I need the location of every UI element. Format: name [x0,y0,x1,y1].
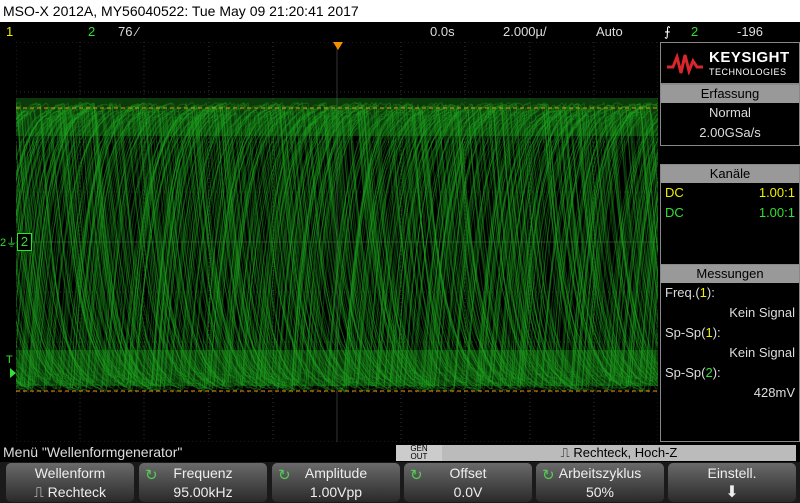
softkey-amplitude-button[interactable]: ↻ Amplitude 1.00Vpp [272,463,400,502]
softkey-label: Einstell. [707,465,757,481]
trigger-position-icon [333,42,343,50]
softkey-value: 0.0V [453,484,483,500]
waveform-info-text: Rechteck, Hoch-Z [573,445,678,460]
measurement-label-pre: Sp-Sp( [665,325,706,340]
brand-logo: KEYSIGHT TECHNOLOGIES [660,42,800,84]
square-wave-icon: ⎍ [33,484,44,500]
channel-2-probe: 1.00:1 [758,205,795,220]
softkey-duty-cycle-button[interactable]: ↻ Arbeitszyklus 50% [536,463,664,502]
softkey-waveform-button[interactable]: Wellenform ⎍ Rechteck [6,463,134,502]
trace-band [16,350,658,386]
waveform-canvas [16,42,658,442]
channel-1-row: DC 1.00:1 [661,183,799,203]
channel-2-coupling: DC [665,205,684,220]
channel-1-probe: 1.00:1 [758,185,795,200]
softkey-frequency-button[interactable]: ↻ Frequenz 95.00kHz [139,463,267,502]
acquisition-panel: Erfassung Normal 2.00GSa/s [660,84,800,146]
channel-2-marker: 2 [17,233,32,251]
softkey-value-row: ⎍ Rechteck [6,484,134,501]
square-wave-icon: ⎍ [560,445,570,460]
measurement-channel: 2 [705,365,713,380]
measurements-header: Messungen [661,265,799,283]
measurement-value: Kein Signal [729,345,795,360]
softkey-value: Rechteck [47,484,107,500]
trigger-mode: Auto [596,24,623,39]
acquisition-mode: Normal [709,105,751,120]
softkey-value: 95.00kHz [173,484,233,500]
measurement-value: Kein Signal [729,305,795,320]
measurement-label-post: ): [706,285,715,300]
trigger-level: -196 [737,24,764,39]
trigger-source: 2 [691,24,699,39]
measurement-label: Freq.(1): [661,283,799,303]
acquisition-header: Erfassung [661,85,799,103]
waveform-info: ⎍ Rechteck, Hoch-Z [442,445,796,461]
measurement-label-pre: Freq.( [665,285,700,300]
time-reference: 0.0s [430,24,455,39]
measurement-label-post: ): [712,325,721,340]
brand-name: KEYSIGHT [709,49,790,66]
trigger-arrow-icon [10,368,16,378]
trigger-level-marker: T [6,354,13,366]
window-title: MSO-X 2012A, MY56040522: Tue May 09 21:2… [0,0,800,22]
softkey-settings-button[interactable]: Einstell. ⬇ [668,463,796,502]
measurement-channel: 1 [699,285,707,300]
softkey-bar: Wellenform ⎍ Rechteck ↻ Frequenz 95.00kHz ↻ Am… [0,462,800,503]
measurement-label: Sp-Sp(1): [661,323,799,343]
channel-1-label[interactable]: 1 [6,22,13,42]
measurements-panel: Messungen Freq.(1): Kein Signal Sp-Sp(1): K… [660,264,800,442]
softkey-label: Amplitude [304,465,368,481]
channel-2-scale: 76 ∕ [118,24,139,39]
brand-sub: TECHNOLOGIES [709,67,787,77]
trigger-edge-icon: ⨍ [664,24,671,39]
channel-2-label[interactable]: 2 [88,22,95,42]
softkey-value: 50% [585,484,615,500]
softkey-label: Arbeitszyklus [558,465,642,481]
channel-1-coupling: DC [665,185,684,200]
info-panel: KEYSIGHT TECHNOLOGIES Erfassung Normal 2… [660,42,800,442]
softkey-offset-button[interactable]: ↻ Offset 0.0V [404,463,532,502]
channels-header: Kanäle [661,165,799,183]
measurement-label-pre: Sp-Sp( [665,365,706,380]
measurement-label: Sp-Sp(2): [661,363,799,383]
channel-2-row: DC 1.00:1 [661,203,799,223]
gen-out-badge: GEN OUT [396,445,442,461]
softkey-label: Frequenz [173,465,233,481]
time-scale: 2.000µ/ [503,24,547,39]
status-bar: 1 2 76 ∕ 0.0s 2.000µ/ Auto ⨍ 2 -196 [0,22,800,42]
measurement-value: 428mV [753,385,795,400]
down-arrow-icon: ⬇ [725,484,739,501]
sample-rate: 2.00GSa/s [699,125,761,140]
measurement-label-post: ): [712,365,721,380]
measurement-channel: 1 [705,325,713,340]
softkey-label: Offset [449,465,487,481]
ground-marker-icon: 2⏚ [0,237,18,249]
keysight-wave-icon [667,53,703,75]
softkey-label: Wellenform [34,465,106,481]
channels-panel: Kanäle DC 1.00:1 DC 1.00:1 [660,164,800,266]
softkey-value: 1.00Vpp [309,484,363,500]
trace-band [16,98,658,136]
